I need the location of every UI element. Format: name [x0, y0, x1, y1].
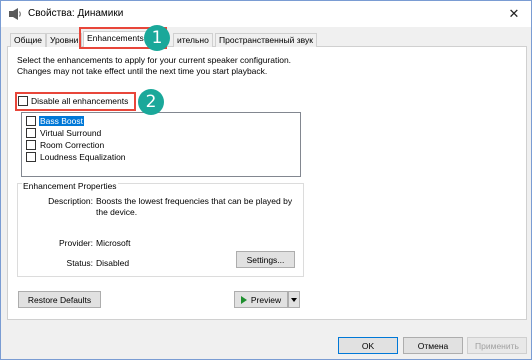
preview-dropdown-button[interactable]	[288, 291, 300, 308]
group-title: Enhancement Properties	[22, 181, 118, 191]
tab-enhancements[interactable]: Enhancements	[83, 31, 148, 48]
enhancement-label: Bass Boost	[39, 115, 84, 126]
tab-levels[interactable]: Уровни	[46, 33, 83, 47]
tab-general[interactable]: Общие	[10, 33, 46, 47]
enhancement-checkbox[interactable]	[26, 115, 36, 126]
preview-button[interactable]: Preview	[234, 291, 288, 308]
step-badge-2: 2	[138, 89, 164, 115]
disable-all-label: Disable all enhancements	[31, 96, 129, 106]
speaker-icon	[9, 8, 21, 20]
settings-button[interactable]: Settings...	[236, 251, 295, 268]
enhancements-description: Select the enhancements to apply for you…	[17, 55, 292, 76]
enhancement-label: Loudness Equalization	[40, 151, 126, 162]
window-title: Свойства: Динамики	[28, 8, 124, 19]
tab-spatial-sound[interactable]: Пространственный звук	[215, 33, 317, 47]
play-icon	[240, 295, 247, 304]
description-value: Boosts the lowest frequencies that can b…	[96, 196, 293, 217]
cancel-button[interactable]: Отмена	[403, 337, 463, 354]
list-item[interactable]: Virtual Surround	[26, 127, 102, 138]
disable-all-checkbox[interactable]	[18, 96, 28, 106]
enhancement-checkbox[interactable]	[26, 151, 36, 162]
preview-label: Preview	[250, 294, 282, 305]
title-bar: Свойства: Динамики ✕	[1, 1, 531, 27]
enhancement-checkbox[interactable]	[26, 139, 36, 150]
step-badge-1: 1	[144, 25, 170, 51]
close-icon[interactable]: ✕	[503, 4, 525, 24]
provider-label: Provider:	[58, 238, 93, 248]
list-item[interactable]: Loudness Equalization	[26, 151, 127, 162]
properties-window: Свойства: Динамики ✕ Общие Уровни Enhanc…	[0, 0, 532, 360]
provider-value: Microsoft	[96, 238, 131, 248]
apply-button[interactable]: Применить	[467, 337, 527, 354]
enhancement-checkbox[interactable]	[26, 127, 36, 138]
list-item[interactable]: Room Correction	[26, 139, 105, 150]
list-item[interactable]: Bass Boost	[26, 115, 84, 126]
status-label: Status:	[66, 258, 93, 268]
description-label: Description:	[48, 196, 93, 206]
enhancement-label: Room Correction	[40, 139, 105, 150]
chevron-down-icon	[291, 297, 297, 302]
restore-defaults-button[interactable]: Restore Defaults	[18, 291, 101, 308]
status-value: Disabled	[96, 258, 130, 268]
enhancement-label: Virtual Surround	[40, 127, 102, 138]
ok-button[interactable]: OK	[338, 337, 398, 354]
enhancements-list[interactable]: Bass Boost Virtual Surround Room Correct…	[21, 112, 301, 177]
tab-advanced[interactable]: ительно	[173, 33, 213, 47]
disable-all-row[interactable]: Disable all enhancements	[18, 96, 128, 106]
tab-bar: Общие Уровни Enhancements ительно Простр…	[7, 31, 527, 48]
